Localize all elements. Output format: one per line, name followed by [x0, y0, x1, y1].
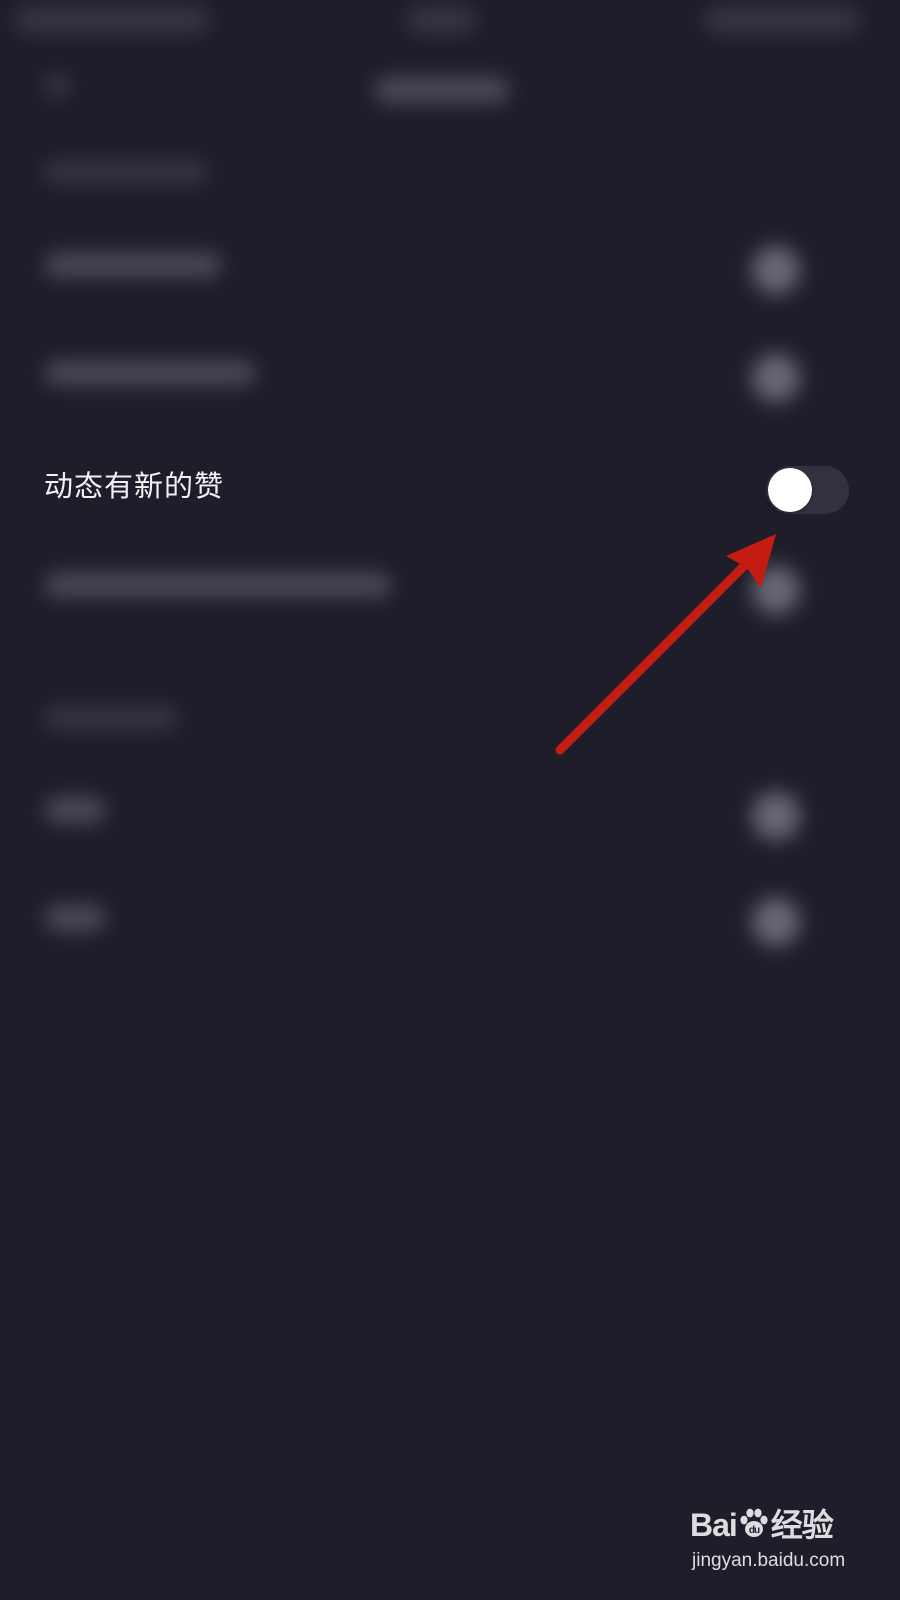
baidu-jingyan-watermark: Bai du 经验 jingyan.baidu.com	[690, 1500, 890, 1590]
watermark-logo-text: Bai	[690, 1507, 738, 1543]
watermark-url: jingyan.baidu.com	[692, 1550, 846, 1571]
blurred-toggle[interactable]	[752, 246, 800, 294]
blurred-row-label	[44, 252, 222, 278]
blurred-page-title	[374, 76, 510, 104]
blurred-status-left	[14, 6, 210, 34]
paw-icon: du	[740, 1508, 768, 1537]
toggle-knob	[768, 468, 812, 512]
watermark-logo: Bai du 经验	[690, 1500, 834, 1546]
blurred-status-right	[704, 6, 860, 34]
svg-text:du: du	[749, 1525, 760, 1536]
blurred-toggle[interactable]	[752, 354, 800, 402]
blurred-row-label	[44, 904, 106, 932]
setting-row-likes: 动态有新的赞	[0, 440, 900, 540]
blurred-toggle[interactable]	[752, 792, 800, 840]
blurred-section-header	[44, 706, 178, 730]
blurred-back-button[interactable]	[44, 72, 70, 98]
blurred-row-label	[44, 796, 106, 824]
likes-toggle[interactable]	[766, 466, 849, 514]
settings-screen: 动态有新的赞 Bai du 经验 jingyan.baidu.com	[0, 0, 900, 1600]
blurred-row-label	[44, 572, 392, 598]
blurred-toggle[interactable]	[752, 898, 800, 946]
blurred-section-header	[44, 160, 208, 184]
watermark-logo-cn: 经验	[770, 1507, 834, 1543]
setting-label: 动态有新的赞	[44, 469, 225, 503]
blurred-status-center	[406, 6, 476, 34]
blurred-toggle[interactable]	[752, 566, 800, 614]
blurred-row-label	[44, 360, 256, 386]
